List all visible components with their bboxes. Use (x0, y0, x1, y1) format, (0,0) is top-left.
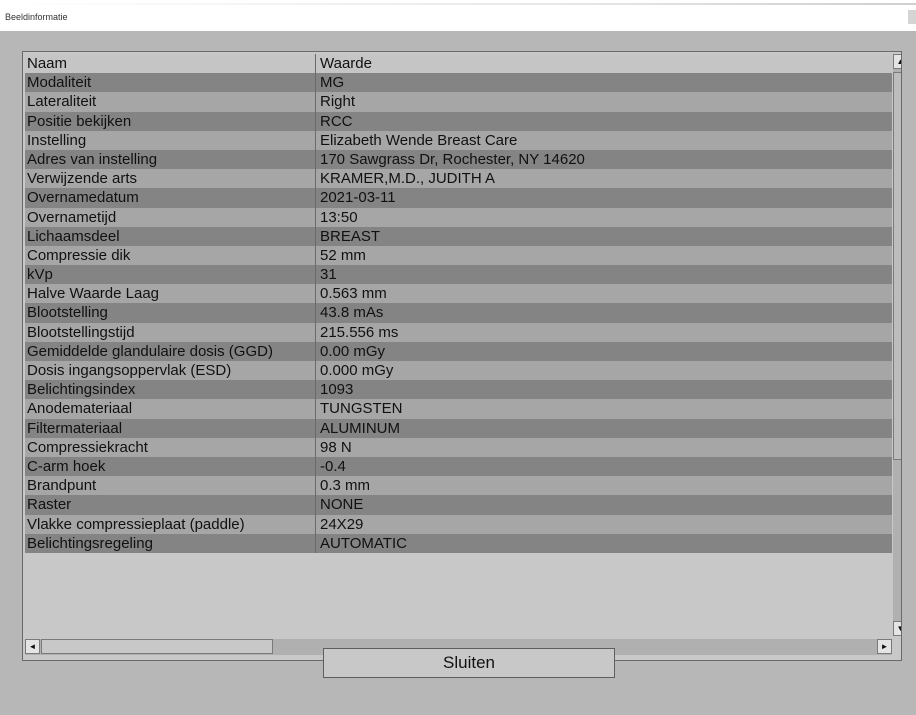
cell-name: Verwijzende arts (27, 170, 138, 188)
cell-name: Raster (27, 496, 72, 514)
cell-name: Overnamedatum (27, 189, 139, 207)
window-title: Beeldinformatie (5, 12, 68, 22)
cell-name: Anodemateriaal (27, 400, 133, 418)
cell-name: Dosis ingangsoppervlak (ESD) (27, 362, 232, 379)
table-row[interactable]: Gemiddelde glandulaire dosis (GGD) 0.00 m… (25, 341, 892, 361)
cell-name: Blootstellingstijd (27, 323, 135, 341)
cell-value: MG (315, 73, 892, 93)
cell-value: AUTOMATIC (315, 533, 892, 553)
table-row[interactable]: Adres van instelling 170 Sawgrass Dr, Roc… (25, 149, 892, 170)
table-row[interactable]: Raster NONE (25, 495, 892, 515)
table-row[interactable]: Brandpunt 0.3 mm (25, 476, 892, 496)
table-row[interactable]: Compressiekracht 98 N (25, 437, 892, 457)
title-bar: Beeldinformatie (0, 0, 916, 30)
table-row[interactable]: Halve Waarde Laag 0.563 mm (25, 284, 892, 304)
close-button[interactable]: Sluiten (323, 648, 615, 678)
table-row[interactable]: Verwijzende arts KRAMER,M.D., JUDITH A (25, 169, 892, 189)
cell-value: 13:50 (315, 207, 892, 227)
table-row[interactable]: Blootstelling 43.8 mAs (25, 303, 892, 323)
table-header: Naam Waarde (25, 54, 892, 74)
cell-value: 0.00 mGy (315, 341, 892, 361)
cell-name: Overnametijd (27, 208, 117, 226)
cell-value: 1093 (315, 380, 892, 400)
grid-rows: Naam Waarde Modaliteit MG Lateraliteit Righ… (25, 54, 892, 636)
cell-value: 170 Sawgrass Dr, Rochester, NY 14620 (315, 149, 892, 170)
table-row[interactable]: Anodemateriaal TUNGSTEN (25, 399, 892, 419)
cell-value: ALUMINUM (315, 418, 892, 438)
cell-value: 31 (315, 265, 892, 285)
table-row[interactable]: Vlakke compressieplaat (paddle) 24X29 (25, 514, 892, 534)
scroll-right-button[interactable]: ► (877, 639, 892, 654)
cell-value: 52 mm (315, 245, 892, 266)
cell-name: Compressie dik (27, 246, 131, 264)
cell-name: Filtermateriaal (27, 419, 123, 437)
cell-value: 43.8 mAs (315, 303, 892, 323)
vertical-scrollbar[interactable]: ▲ ▼ (893, 54, 901, 636)
cell-name: Positie bekijken (27, 112, 132, 130)
cell-value: 215.556 ms (315, 322, 892, 342)
image-info-grid: Naam Waarde Modaliteit MG Lateraliteit Righ… (22, 51, 902, 661)
table-row[interactable]: Lichaamsdeel BREAST (25, 226, 892, 246)
cell-value: 0.000 mGy (315, 361, 892, 381)
table-row[interactable]: Compressie dik 52 mm (25, 245, 892, 266)
table-row[interactable]: Belichtingsregeling AUTOMATIC (25, 533, 892, 553)
cell-value: BREAST (315, 226, 892, 246)
table-row[interactable]: C-arm hoek -0.4 (25, 456, 892, 477)
cell-value: 98 N (315, 437, 892, 457)
cell-name: Adres van instelling (27, 150, 158, 168)
cell-name: kVp (27, 266, 53, 284)
table-row[interactable]: kVp 31 (25, 265, 892, 285)
table-row[interactable]: Dosis ingangsoppervlak (ESD) 0.000 mGy (25, 361, 892, 381)
cell-name: Instelling (27, 131, 87, 149)
table-row[interactable]: Positie bekijken RCC (25, 111, 892, 131)
cell-name: C-arm hoek (27, 457, 106, 475)
arrow-up-icon: ▲ (897, 57, 901, 66)
arrow-left-icon: ◄ (28, 641, 37, 651)
scroll-up-button[interactable]: ▲ (893, 54, 901, 69)
cell-name: Lichaamsdeel (27, 227, 120, 245)
column-header-name[interactable]: Naam (25, 54, 315, 73)
cell-value: 0.3 mm (315, 476, 892, 496)
cell-value: Elizabeth Wende Breast Care (315, 130, 892, 150)
cell-name: Vlakke compressieplaat (paddle) (27, 515, 245, 533)
cell-name: Modaliteit (27, 74, 92, 92)
horizontal-scroll-thumb[interactable] (41, 639, 273, 654)
cell-value: TUNGSTEN (315, 399, 892, 419)
cell-value: 0.563 mm (315, 284, 892, 304)
cell-name: Compressiekracht (27, 438, 148, 456)
cell-name: Lateraliteit (27, 93, 97, 111)
window-corner (908, 10, 916, 24)
cell-name: Brandpunt (27, 477, 97, 495)
scroll-down-button[interactable]: ▼ (893, 621, 901, 636)
table-row[interactable]: Belichtingsindex 1093 (25, 380, 892, 400)
cell-value: KRAMER,M.D., JUDITH A (315, 169, 892, 189)
cell-name: Halve Waarde Laag (27, 285, 160, 303)
cell-name: Belichtingsregeling (27, 534, 153, 552)
arrow-right-icon: ► (880, 641, 889, 651)
cell-name: Belichtingsindex (27, 381, 136, 399)
table-row[interactable]: Overnametijd 13:50 (25, 207, 892, 227)
table-row[interactable]: Blootstellingstijd 215.556 ms (25, 322, 892, 342)
cell-value: Right (315, 92, 892, 112)
vertical-scroll-thumb[interactable] (893, 72, 901, 460)
cell-value: NONE (315, 495, 892, 515)
cell-name: Blootstelling (27, 304, 108, 322)
cell-value: -0.4 (315, 456, 892, 477)
cell-value: 24X29 (315, 514, 892, 534)
cell-value: 2021-03-11 (315, 188, 892, 208)
column-header-value[interactable]: Waarde (315, 54, 892, 74)
dialog-body: Naam Waarde Modaliteit MG Lateraliteit Righ… (0, 31, 916, 715)
table-row[interactable]: Instelling Elizabeth Wende Breast Care (25, 130, 892, 150)
table-row[interactable]: Modaliteit MG (25, 73, 892, 93)
title-bar-edge (0, 3, 916, 5)
table-row[interactable]: Overnamedatum 2021-03-11 (25, 188, 892, 208)
table-row[interactable]: Filtermateriaal ALUMINUM (25, 418, 892, 438)
cell-name: Gemiddelde glandulaire dosis (GGD) (27, 342, 273, 360)
table-row[interactable]: Lateraliteit Right (25, 92, 892, 112)
cell-value: RCC (315, 111, 892, 131)
arrow-down-icon: ▼ (897, 624, 901, 633)
scroll-left-button[interactable]: ◄ (25, 639, 40, 654)
